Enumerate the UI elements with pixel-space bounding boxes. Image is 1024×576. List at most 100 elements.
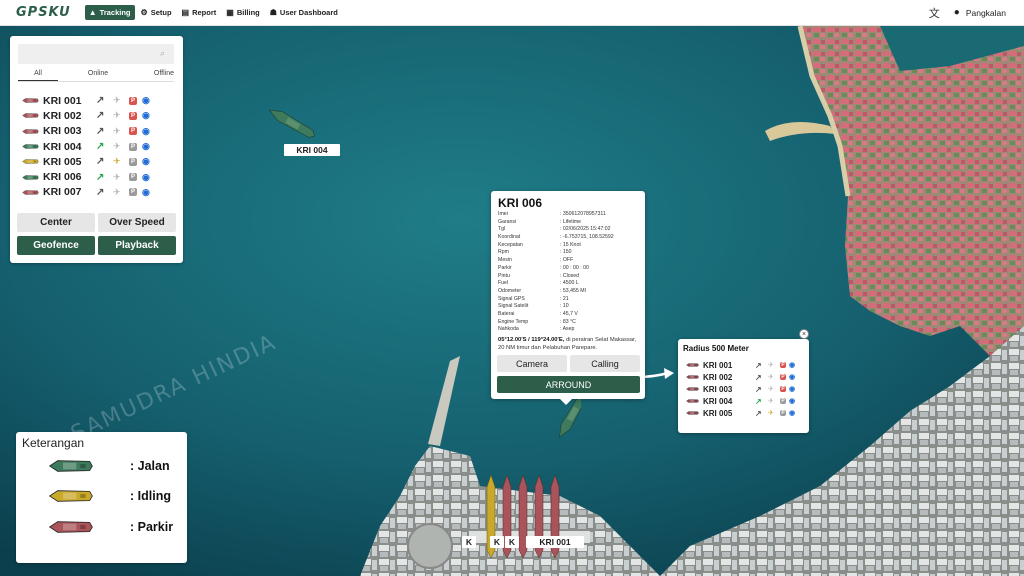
detail-field-row: Mesin: OFF: [498, 257, 643, 265]
parking-icon: P: [129, 142, 137, 151]
field-value: : 10: [560, 303, 569, 310]
wifi-icon: ◉: [142, 110, 150, 121]
users-icon: ☗: [269, 8, 277, 17]
tab-online[interactable]: Online: [78, 70, 118, 81]
map-label-k2[interactable]: K: [490, 536, 504, 548]
vessel-row[interactable]: KRI 002 ↗ ✈ P ◉: [22, 108, 178, 123]
detail-field-row: Signal GPS: 21: [498, 296, 643, 304]
vessel-row[interactable]: KRI 003 ↗ ✈ P ◉: [22, 124, 178, 139]
geofence-button[interactable]: Geofence: [17, 236, 95, 255]
radius-vessel-name: KRI 001: [703, 360, 733, 370]
tab-all[interactable]: All: [18, 70, 58, 81]
search-icon[interactable]: ⌕: [160, 48, 165, 59]
nav-setup-label: Setup: [150, 8, 172, 17]
parking-icon: P: [129, 96, 137, 105]
vessel-name: KRI 005: [43, 155, 82, 168]
document-icon: ▤: [181, 8, 190, 17]
playback-button[interactable]: Playback: [98, 236, 176, 255]
map-label-kri004[interactable]: KRI 004: [284, 144, 340, 156]
search-input[interactable]: [18, 44, 174, 64]
ship-icon: [48, 460, 93, 472]
parking-icon: P: [780, 398, 786, 404]
parking-icon: P: [129, 111, 137, 120]
plane-icon: ✈: [768, 362, 774, 369]
app-logo[interactable]: GPSKU: [16, 5, 71, 20]
vessel-list: KRI 001 ↗ ✈ P ◉ KRI 002 ↗ ✈ P ◉ KRI 003 ↗ ✈ P ◉ KRI 004…: [22, 93, 178, 200]
map-label-kri001[interactable]: KRI 001: [526, 536, 584, 548]
wifi-icon: ◉: [142, 95, 150, 106]
field-value: : OFF: [560, 257, 574, 264]
tab-offline[interactable]: Offline: [138, 70, 174, 81]
filter-tabs: All Online Offline: [18, 70, 174, 81]
ship-marker-kri004[interactable]: [264, 108, 320, 138]
nav-billing[interactable]: ▦ Billing: [222, 5, 263, 20]
vessel-row[interactable]: KRI 004 ↗ ✈ P ◉: [22, 139, 178, 154]
ship-icon: [686, 363, 699, 367]
field-value: : 150: [560, 249, 572, 256]
around-button[interactable]: ARROUND: [497, 376, 640, 393]
location-description: 05°12.00'S / 119°24.00'E, di perairan Se…: [498, 336, 643, 352]
plane-icon: ✈: [113, 186, 121, 197]
parking-icon: P: [780, 362, 786, 368]
detail-field-row: Imei: 350612078957311: [498, 211, 643, 219]
ship-icon: [22, 98, 39, 103]
vessel-row[interactable]: KRI 007 ↗ ✈ P ◉: [22, 185, 178, 200]
plane-icon: ✈: [113, 156, 121, 167]
overspeed-button[interactable]: Over Speed: [98, 213, 176, 232]
field-value: : 350612078957311: [560, 211, 606, 217]
ship-marker-kri006[interactable]: [551, 398, 581, 454]
user-icon: ●: [953, 7, 960, 18]
user-menu[interactable]: ● Pangkalan: [954, 7, 1006, 18]
user-name: Pangkalan: [965, 7, 1006, 18]
legend-label: : Idling: [130, 489, 171, 503]
radius-vessel-row[interactable]: KRI 004 ↗ ✈ P ◉: [686, 395, 795, 407]
field-key: Engine Temp: [498, 318, 529, 325]
ship-icon: [686, 411, 699, 415]
translate-icon[interactable]: 文: [929, 5, 940, 21]
field-key: Nahkoda: [498, 326, 519, 333]
radius-vessel-row[interactable]: KRI 005 ↗ ✈ P ◉: [686, 407, 795, 419]
field-value: : 53,455 MI: [560, 287, 586, 294]
legend-panel: Keterangan : Jalan: Idling: Parkir: [16, 432, 187, 563]
status-icons: ↗ ✈ P ◉: [96, 187, 150, 198]
vessel-row[interactable]: KRI 001 ↗ ✈ P ◉: [22, 93, 178, 108]
nav-report[interactable]: ▤ Report: [178, 5, 221, 20]
camera-button[interactable]: Camera: [497, 355, 567, 372]
detail-field-row: Tgl: 02/06/2025 15:47:02: [498, 226, 643, 234]
calling-button[interactable]: Calling: [570, 355, 640, 372]
close-icon[interactable]: ×: [799, 329, 809, 339]
field-key: Tgl: [498, 226, 506, 233]
ship-icon: [22, 174, 39, 180]
detail-field-row: Engine Temp: 83 °C: [498, 319, 643, 327]
status-icons: ↗ ✈ P ◉: [755, 373, 795, 382]
map-label-k3[interactable]: K: [505, 536, 519, 548]
parking-icon: P: [129, 127, 137, 136]
nav-user-dashboard[interactable]: ☗ User Dashboard: [266, 5, 342, 20]
wifi-icon: ◉: [142, 186, 150, 197]
ship-icon: [22, 190, 39, 195]
legend-item-jalan: : Jalan: [26, 458, 170, 474]
map-label-k1[interactable]: K: [462, 536, 476, 548]
ship-icon: [686, 399, 699, 403]
center-button[interactable]: Center: [17, 213, 95, 232]
ship-icon: [686, 387, 699, 391]
trend-icon: ↗: [755, 384, 762, 394]
nav-setup[interactable]: ⚙ Setup: [137, 5, 176, 20]
radius-vessel-row[interactable]: KRI 003 ↗ ✈ P ◉: [686, 383, 795, 395]
vessel-row[interactable]: KRI 005 ↗ ✈ P ◉: [22, 154, 178, 169]
detail-field-row: Signal Satelit: 10: [498, 303, 643, 311]
plane-icon: ✈: [113, 110, 121, 121]
detail-field-row: Fuel: 4500 L: [498, 280, 643, 288]
radius-vessel-row[interactable]: KRI 002 ↗ ✈ P ◉: [686, 371, 795, 383]
wifi-icon: ◉: [142, 125, 150, 136]
status-icons: ↗ ✈ P ◉: [755, 397, 795, 406]
radius-vessel-row[interactable]: KRI 001 ↗ ✈ P ◉: [686, 359, 795, 371]
field-value: : Closed: [560, 272, 580, 279]
nav-tracking[interactable]: ▲ Tracking: [84, 5, 135, 20]
vessel-row[interactable]: KRI 006 ↗ ✈ P ◉: [22, 169, 178, 184]
field-value: : 15 Knot: [560, 241, 581, 248]
divider: [18, 81, 174, 82]
legend-label: : Jalan: [130, 459, 170, 473]
status-icons: ↗ ✈ P ◉: [755, 409, 795, 418]
status-icons: ↗ ✈ P ◉: [96, 172, 150, 183]
